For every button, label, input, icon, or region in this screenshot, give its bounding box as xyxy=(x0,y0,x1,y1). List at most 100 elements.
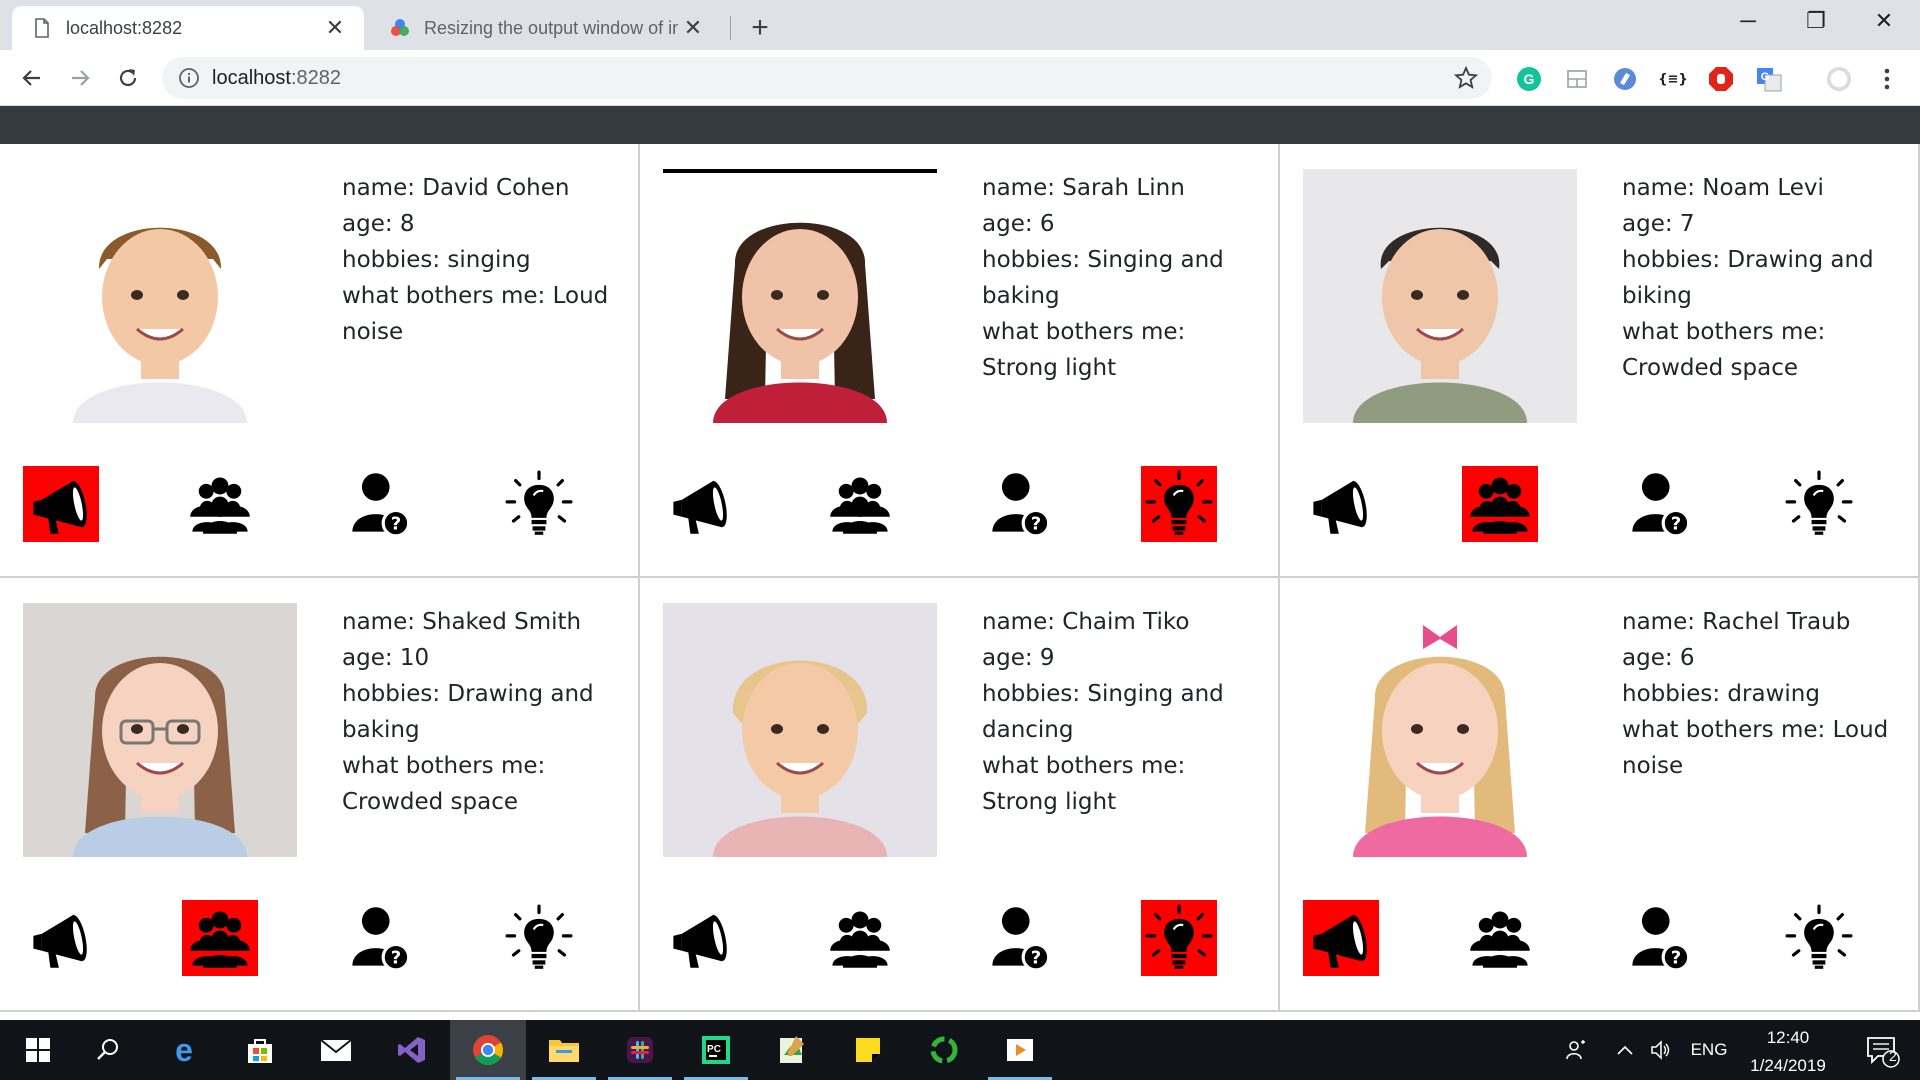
svg-text:G: G xyxy=(1761,71,1770,83)
user-question-icon[interactable]: ? xyxy=(342,900,418,976)
child-name: name: Shaked Smith xyxy=(342,609,582,635)
adblock-icon[interactable] xyxy=(1708,66,1734,92)
pycharm-taskbar-button[interactable]: PC xyxy=(678,1020,754,1080)
language-indicator[interactable]: ENG xyxy=(1684,1020,1734,1080)
grammarly-icon[interactable]: G xyxy=(1516,66,1542,92)
megaphone-icon[interactable] xyxy=(663,900,739,976)
new-tab-button[interactable]: + xyxy=(742,10,778,46)
people-icon[interactable] xyxy=(1556,1020,1596,1080)
profile-icon[interactable] xyxy=(1826,66,1852,92)
mail-taskbar-button[interactable] xyxy=(298,1020,374,1080)
page-navbar xyxy=(0,106,1920,144)
bookmark-star-icon[interactable] xyxy=(1454,66,1478,90)
vpn-icon[interactable] xyxy=(1612,66,1638,92)
group-icon[interactable] xyxy=(822,900,898,976)
lightbulb-icon[interactable] xyxy=(501,900,577,976)
sticky-notes-taskbar-button[interactable] xyxy=(830,1020,906,1080)
sensory-icons: ? xyxy=(23,466,623,542)
group-icon[interactable] xyxy=(822,466,898,542)
child-photo xyxy=(1303,169,1577,423)
child-photo xyxy=(1303,603,1577,857)
tab-localhost[interactable]: localhost:8282 ✕ xyxy=(12,6,364,50)
svg-text:?: ? xyxy=(1031,514,1041,535)
megaphone-icon[interactable] xyxy=(23,900,99,976)
layout-icon[interactable] xyxy=(1564,66,1590,92)
lightbulb-icon[interactable] xyxy=(1781,466,1857,542)
tab-separator xyxy=(730,16,731,40)
user-question-icon[interactable]: ? xyxy=(1622,900,1698,976)
child-card: name: Sarah Linn age: 6 hobbies: Singing a… xyxy=(640,144,1280,578)
media-player-taskbar-button[interactable] xyxy=(982,1020,1058,1080)
lightbulb-icon[interactable] xyxy=(1781,900,1857,976)
tab-close-button[interactable]: ✕ xyxy=(678,13,708,43)
minimize-button[interactable]: ─ xyxy=(1714,0,1782,42)
megaphone-icon[interactable] xyxy=(663,466,739,542)
menu-icon[interactable] xyxy=(1874,66,1900,92)
child-name: name: David Cohen xyxy=(342,175,570,201)
search-button[interactable] xyxy=(70,1020,146,1080)
notepad-taskbar-button[interactable] xyxy=(754,1020,830,1080)
lightbulb-icon[interactable] xyxy=(1141,466,1217,542)
tab-close-button[interactable]: ✕ xyxy=(320,13,350,43)
megaphone-icon[interactable] xyxy=(1303,466,1379,542)
child-name: name: Sarah Linn xyxy=(982,175,1185,201)
json-viewer-icon[interactable]: {≡} xyxy=(1658,66,1687,92)
child-info: name: David Cohen age: 8 hobbies: singing w… xyxy=(342,170,622,350)
store-taskbar-button[interactable] xyxy=(222,1020,298,1080)
volume-icon[interactable] xyxy=(1644,1020,1678,1080)
child-age: age: 9 xyxy=(982,645,1055,671)
taskbar: e PC ENG 12:40 1/24/2019 2 xyxy=(0,1020,1920,1080)
translate-icon[interactable]: G xyxy=(1756,66,1782,92)
user-question-icon[interactable]: ? xyxy=(982,466,1058,542)
restore-button[interactable]: ❐ xyxy=(1782,0,1850,42)
search-icon xyxy=(97,1039,118,1060)
address-bar[interactable]: localhost:8282 xyxy=(162,57,1492,99)
edge-taskbar-button[interactable]: e xyxy=(146,1020,222,1080)
megaphone-icon[interactable] xyxy=(23,466,99,542)
reload-button[interactable] xyxy=(108,58,148,98)
child-info: name: Shaked Smith age: 10 hobbies: Drawin… xyxy=(342,604,622,820)
sensory-icons: ? xyxy=(663,466,1263,542)
window-close-button[interactable]: ✕ xyxy=(1850,0,1918,42)
user-question-icon[interactable]: ? xyxy=(1622,466,1698,542)
lightbulb-icon[interactable] xyxy=(1141,900,1217,976)
svg-text:?: ? xyxy=(1031,948,1041,969)
back-button[interactable] xyxy=(12,58,52,98)
megaphone-icon[interactable] xyxy=(1303,900,1379,976)
group-icon[interactable] xyxy=(182,466,258,542)
file-explorer-taskbar-button[interactable] xyxy=(526,1020,602,1080)
notification-center-button[interactable]: 2 xyxy=(1852,1020,1912,1080)
child-hobbies: hobbies: Singing and dancing xyxy=(982,681,1224,743)
slack-taskbar-button[interactable] xyxy=(602,1020,678,1080)
tab-title: Resizing the output window of in xyxy=(424,17,678,38)
child-name: name: Noam Levi xyxy=(1622,175,1824,201)
sync-icon xyxy=(930,1036,958,1064)
start-button[interactable] xyxy=(0,1020,76,1080)
chrome-taskbar-button[interactable] xyxy=(450,1020,526,1080)
group-icon[interactable] xyxy=(1462,466,1538,542)
media-player-icon xyxy=(1007,1039,1033,1061)
sync-taskbar-button[interactable] xyxy=(906,1020,982,1080)
forward-button[interactable] xyxy=(60,58,100,98)
tray-overflow-chevron-icon[interactable] xyxy=(1610,1020,1640,1080)
group-icon[interactable] xyxy=(182,900,258,976)
user-question-icon[interactable]: ? xyxy=(982,900,1058,976)
child-age: age: 6 xyxy=(1622,645,1695,671)
notification-count: 2 xyxy=(1889,1048,1897,1064)
user-question-icon[interactable]: ? xyxy=(342,466,418,542)
visual-studio-taskbar-button[interactable] xyxy=(374,1020,450,1080)
child-bothers: what bothers me: Crowded space xyxy=(342,753,546,815)
taskbar-clock[interactable]: 12:40 1/24/2019 xyxy=(1728,1020,1848,1080)
child-hobbies: hobbies: Drawing and biking xyxy=(1622,247,1874,309)
child-photo xyxy=(663,169,937,423)
child-hobbies: hobbies: drawing xyxy=(1622,681,1820,707)
browser-toolbar: localhost:8282 G {≡} G xyxy=(0,50,1920,106)
group-icon[interactable] xyxy=(1462,900,1538,976)
child-bothers: what bothers me: Strong light xyxy=(982,753,1186,815)
child-info: name: Sarah Linn age: 6 hobbies: Singing a… xyxy=(982,170,1262,386)
edge-icon: e xyxy=(175,1034,193,1066)
child-bothers: what bothers me: Loud noise xyxy=(1622,717,1889,779)
sensory-icons: ? xyxy=(23,900,623,976)
tab-resizing[interactable]: Resizing the output window of in ✕ xyxy=(370,6,722,50)
lightbulb-icon[interactable] xyxy=(501,466,577,542)
